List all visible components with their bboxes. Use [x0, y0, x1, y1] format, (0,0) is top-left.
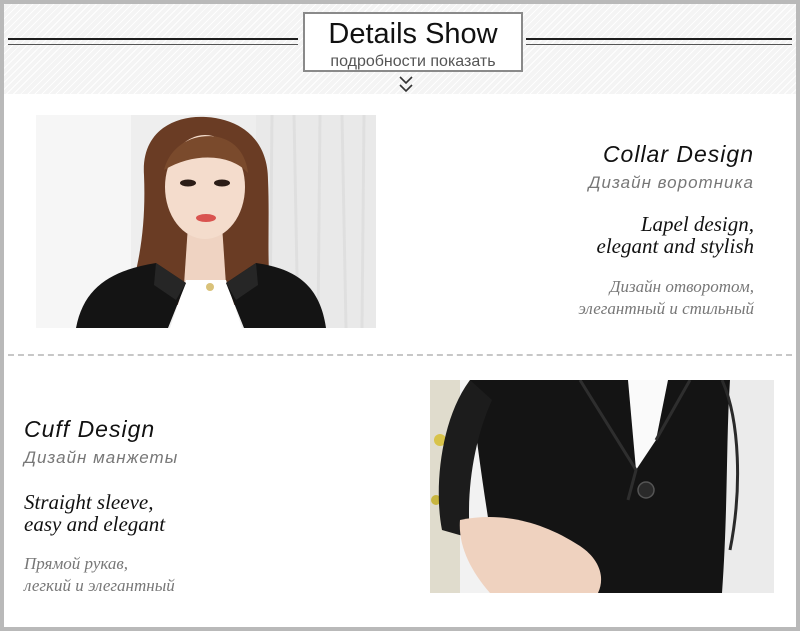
cuff-desc-ru-line2: легкий и элегантный	[24, 576, 175, 595]
header-subtitle: подробности показать	[330, 53, 496, 70]
header-title-box: Details Show подробности показать	[303, 12, 523, 72]
header-line-right-thin	[526, 44, 792, 45]
section-divider	[8, 354, 792, 356]
collar-heading-ru: Дизайн воротника	[588, 173, 754, 192]
collar-desc-ru-line1: Дизайн отворотом,	[609, 277, 754, 296]
cuff-desc-ru-line1: Прямой рукав,	[24, 554, 129, 573]
header-line-right	[526, 38, 792, 40]
details-header: Details Show подробности показать	[4, 4, 796, 94]
header-line-left-thin	[8, 44, 298, 45]
header-line-left	[8, 38, 298, 40]
double-chevron-down-icon	[399, 76, 413, 93]
collar-photo	[36, 115, 376, 328]
collar-desc-line1: Lapel design,	[640, 212, 754, 236]
cuff-heading: Cuff Design	[24, 416, 156, 442]
header-title: Details Show	[328, 18, 498, 50]
collar-desc-line2: elegant and stylish	[596, 234, 754, 258]
cuff-desc-line1: Straight sleeve,	[24, 490, 154, 514]
collar-heading: Collar Design	[602, 141, 754, 167]
cuff-photo	[430, 380, 774, 593]
cuff-desc-line2: easy and elegant	[24, 512, 166, 536]
cuff-heading-ru: Дизайн манжеты	[24, 448, 179, 467]
collar-desc-ru-line2: элегантный и стильный	[578, 299, 754, 318]
